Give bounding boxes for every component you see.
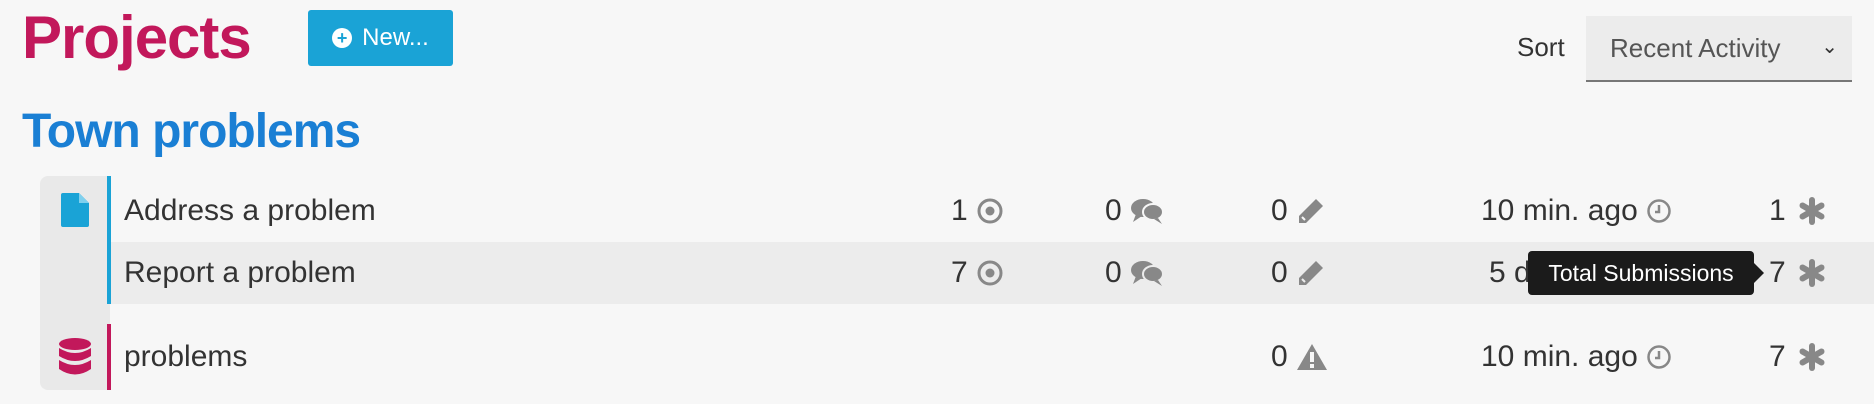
assigned-count: 7 [951, 242, 1004, 304]
total-submissions[interactable]: 7 [1769, 242, 1826, 304]
form-name-link[interactable]: Address a problem [124, 180, 376, 242]
form-row[interactable]: Address a problem 1 0 0 10 min. ago 1 [111, 180, 1874, 242]
tooltip: Total Submissions [1528, 251, 1754, 295]
sort-select[interactable]: Recent Activity ⌄ [1586, 16, 1852, 82]
asterisk-icon [1799, 343, 1825, 371]
pencil-icon [1298, 261, 1323, 285]
comments-icon [1130, 261, 1164, 286]
comments-count: 0 [1105, 242, 1164, 304]
projects-page: Projects + New... Sort Recent Activity ⌄… [0, 0, 1874, 404]
last-activity: 10 min. ago [1481, 180, 1672, 242]
entities-count[interactable]: 7 [1769, 326, 1826, 388]
conflicts-count: 0 [1271, 326, 1328, 388]
project-title-link[interactable]: Town problems [22, 104, 361, 159]
asterisk-icon [1799, 259, 1825, 287]
comments-icon [1130, 199, 1164, 224]
tooltip-arrow [1754, 263, 1764, 283]
comments-count: 0 [1105, 180, 1164, 242]
total-submissions[interactable]: 1 [1769, 180, 1826, 242]
assigned-count: 1 [951, 180, 1004, 242]
dataset-database-icon [59, 338, 91, 375]
sort-selected-value: Recent Activity [1610, 32, 1781, 63]
clock-icon [1647, 345, 1671, 369]
chevron-down-icon: ⌄ [1821, 36, 1838, 58]
form-name-link[interactable]: Report a problem [124, 242, 356, 304]
edits-count: 0 [1271, 180, 1326, 242]
clock-icon [1647, 199, 1671, 223]
page-title: Projects [22, 4, 252, 71]
asterisk-icon [1799, 197, 1825, 225]
form-document-icon [61, 193, 89, 227]
plus-circle-icon: + [332, 28, 353, 48]
warning-icon [1296, 344, 1327, 370]
edits-count: 0 [1271, 242, 1326, 304]
sort-label: Sort [1517, 32, 1565, 62]
last-activity: 10 min. ago [1481, 326, 1672, 388]
new-button-label: New... [362, 24, 429, 51]
new-project-button[interactable]: + New... [308, 10, 453, 66]
dataset-row[interactable]: problems 0 10 min. ago 7 [111, 326, 1874, 388]
target-icon [977, 260, 1003, 286]
target-icon [977, 198, 1003, 224]
pencil-icon [1298, 199, 1323, 223]
dataset-name-link[interactable]: problems [124, 326, 247, 388]
